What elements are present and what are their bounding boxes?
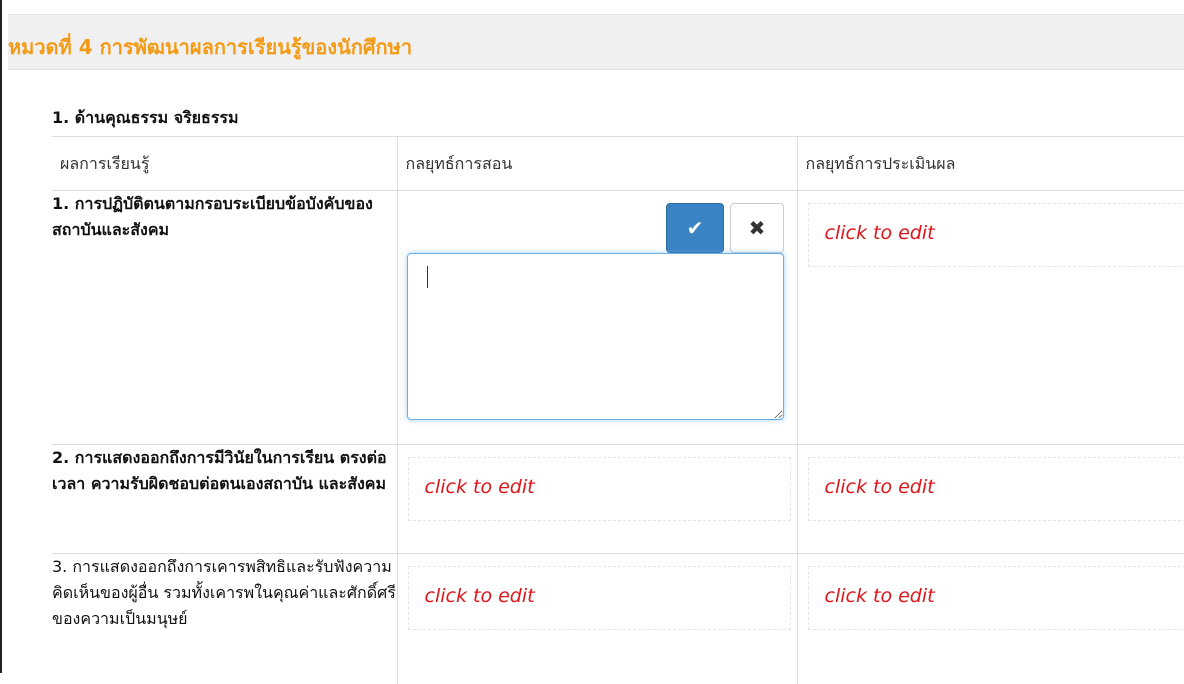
editable-field[interactable]: click to edit xyxy=(808,203,1184,267)
left-border xyxy=(0,0,2,673)
click-to-edit-text[interactable]: click to edit xyxy=(825,476,935,498)
section-title: 1. ด้านคุณธรรม จริยธรรม xyxy=(52,106,239,131)
teaching-cell: click to edit xyxy=(397,445,797,554)
assessment-cell: click to edit xyxy=(797,554,1184,684)
click-to-edit-text[interactable]: click to edit xyxy=(425,585,535,607)
teaching-strategy-textarea[interactable] xyxy=(407,253,784,420)
assessment-cell: click to edit xyxy=(797,445,1184,554)
header-assessment-strategy: กลยุทธ์การประเมินผล xyxy=(797,137,1184,191)
table-header-row: ผลการเรียนรู้ กลยุทธ์การสอน กลยุทธ์การปร… xyxy=(52,137,1184,191)
outcome-text: 1. การปฏิบัติตนตามกรอบระเบียบข้อบังคับขอ… xyxy=(52,191,397,445)
page-title: หมวดที่ 4 การพัฒนาผลการเรียนรู้ของนักศึก… xyxy=(8,31,412,63)
text-caret xyxy=(427,266,428,288)
editable-field[interactable]: click to edit xyxy=(408,457,791,521)
panel-heading: หมวดที่ 4 การพัฒนาผลการเรียนรู้ของนักศึก… xyxy=(8,14,1184,70)
teaching-cell: click to edit xyxy=(397,554,797,684)
table-row: 2. การแสดงออกถึงการมีวินัยในการเรียน ตรง… xyxy=(52,445,1184,554)
check-icon: ✔ xyxy=(687,216,704,240)
table-row: 3. การแสดงออกถึงการเคารพสิทธิและรับฟังคว… xyxy=(52,554,1184,684)
outcome-text: 2. การแสดงออกถึงการมีวินัยในการเรียน ตรง… xyxy=(52,445,397,554)
outcome-text: 3. การแสดงออกถึงการเคารพสิทธิและรับฟังคว… xyxy=(52,554,397,684)
click-to-edit-text[interactable]: click to edit xyxy=(425,476,535,498)
editable-field[interactable]: click to edit xyxy=(808,457,1184,521)
header-teaching-strategy: กลยุทธ์การสอน xyxy=(397,137,797,191)
times-icon: ✖ xyxy=(749,216,766,240)
editable-field[interactable]: click to edit xyxy=(808,566,1184,630)
click-to-edit-text[interactable]: click to edit xyxy=(825,585,935,607)
confirm-button[interactable]: ✔ xyxy=(666,203,724,253)
header-learning-outcome: ผลการเรียนรู้ xyxy=(52,137,397,191)
editable-field[interactable]: click to edit xyxy=(408,566,791,630)
cancel-button[interactable]: ✖ xyxy=(730,203,784,253)
click-to-edit-text[interactable]: click to edit xyxy=(825,222,935,244)
assessment-cell: click to edit xyxy=(797,191,1184,445)
